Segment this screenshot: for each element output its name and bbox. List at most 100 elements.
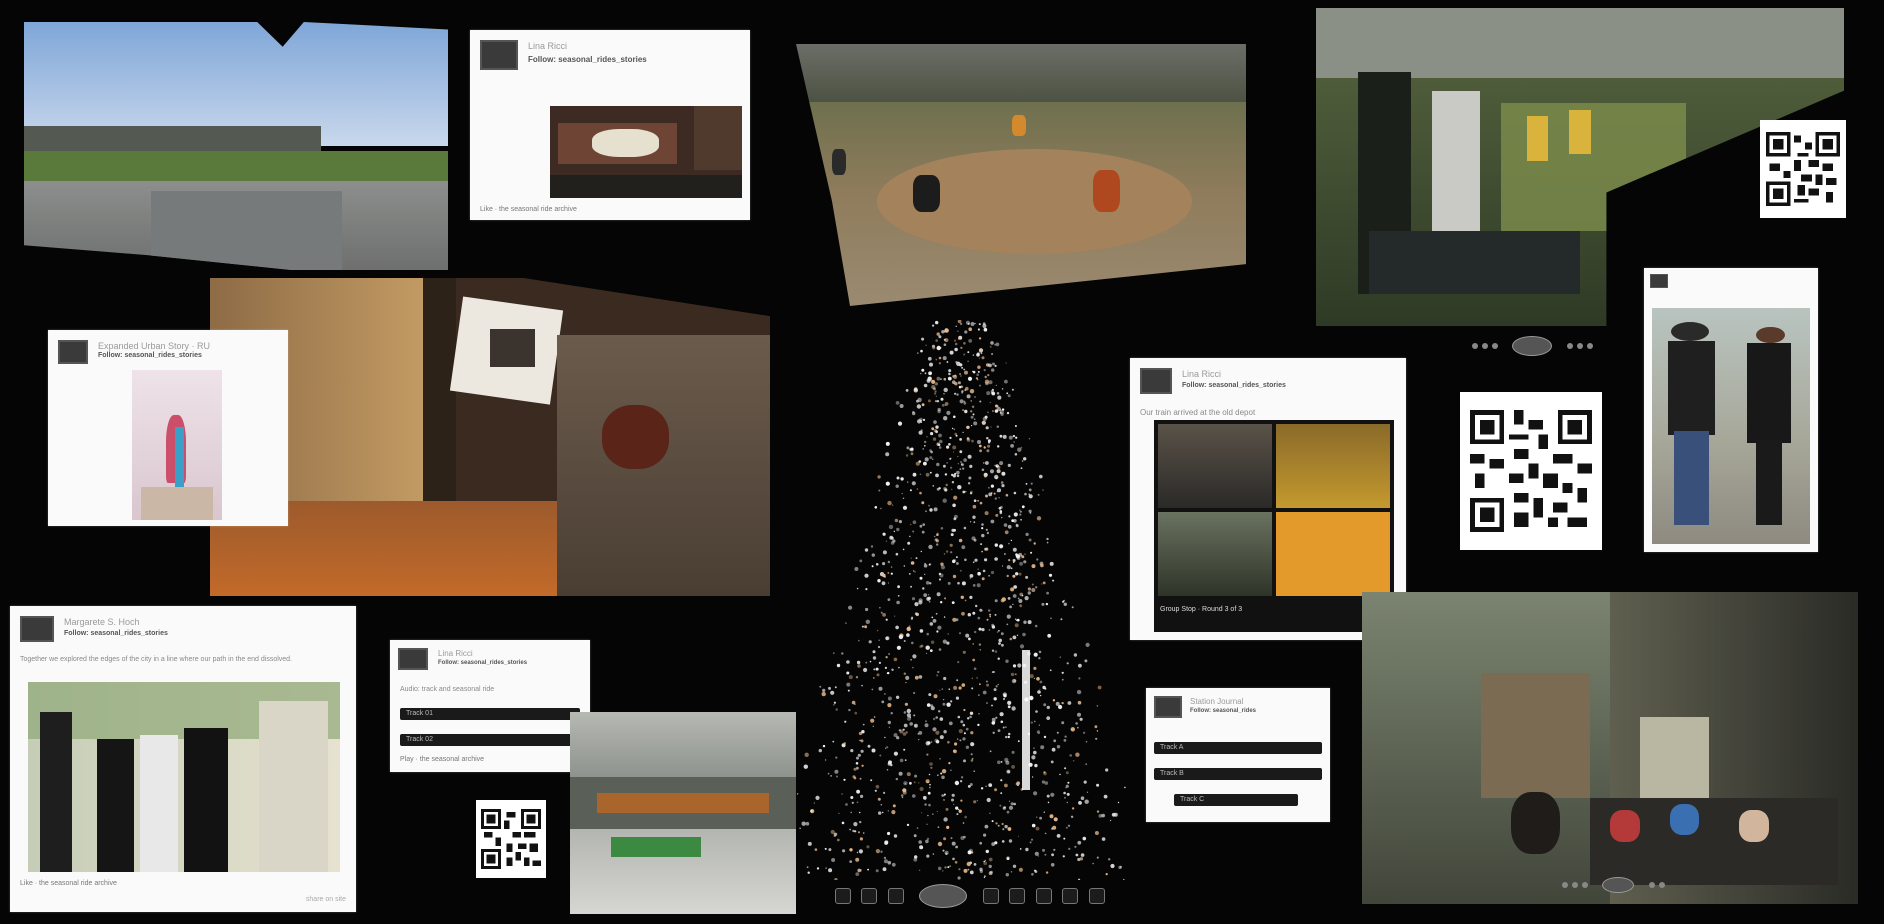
rotate-left-icon[interactable] xyxy=(861,888,878,904)
point-cloud-point xyxy=(806,866,809,869)
post-handle[interactable]: Follow: seasonal_rides_stories xyxy=(98,352,202,359)
point-cloud-point xyxy=(1097,685,1102,690)
post-handle[interactable]: Follow: seasonal_rides xyxy=(1190,708,1256,714)
point-cloud-point xyxy=(1039,680,1043,684)
point-cloud-point xyxy=(1010,444,1014,448)
point-cloud-point xyxy=(952,617,957,622)
view-hub-icon[interactable] xyxy=(1602,876,1635,893)
post-handle[interactable]: Follow: seasonal_rides_stories xyxy=(1182,382,1286,389)
point-cloud-point xyxy=(822,688,826,692)
point-cloud-point xyxy=(1064,735,1067,738)
point-cloud-point xyxy=(846,671,850,675)
prev-icon[interactable] xyxy=(835,888,851,904)
point-cloud-point xyxy=(908,573,911,575)
point-cloud-point xyxy=(953,803,955,805)
view-hub-icon[interactable] xyxy=(919,884,968,908)
point-cloud-point xyxy=(830,775,832,777)
post-card-portrait[interactable] xyxy=(1644,268,1818,552)
point-cloud-point xyxy=(944,488,948,492)
post-card-left[interactable]: Expanded Urban Story · RU Follow: season… xyxy=(48,330,288,526)
point-cloud-point xyxy=(930,704,934,708)
rotate-right-icon[interactable] xyxy=(887,888,904,904)
point-cloud-point xyxy=(967,613,971,617)
fullscreen-icon[interactable] xyxy=(1062,888,1079,904)
point-cloud-point xyxy=(1007,827,1012,831)
audio-track-2[interactable]: Track 02 xyxy=(400,734,580,746)
point-cloud-point xyxy=(956,361,961,366)
point-cloud-point xyxy=(1060,618,1063,621)
post-card-audio[interactable]: Lina Ricci Follow: seasonal_rides_storie… xyxy=(390,640,590,772)
collage-controls[interactable] xyxy=(1470,336,1630,358)
photo-interior-room[interactable] xyxy=(210,278,770,596)
point-cloud-point xyxy=(1046,591,1049,595)
post-handle[interactable]: Follow: seasonal_rides_stories xyxy=(528,55,647,64)
point-cloud-point xyxy=(950,700,953,703)
point-cloud-point xyxy=(963,868,968,873)
point-cloud-point xyxy=(1066,792,1070,796)
point-cloud-point xyxy=(942,702,946,706)
point-cloud-point xyxy=(1036,677,1040,681)
zoom-icon[interactable] xyxy=(982,888,999,904)
qr-code-middle-right[interactable] xyxy=(1460,392,1602,550)
point-cloud-point xyxy=(952,857,955,861)
next-icon[interactable] xyxy=(1088,888,1105,904)
audio-track-c[interactable]: Track C xyxy=(1174,794,1298,806)
point-cloud-point xyxy=(1053,739,1057,743)
point-cloud-point xyxy=(910,452,914,456)
point-cloud-point xyxy=(961,683,966,687)
point-cloud-point xyxy=(848,605,853,610)
post-image-performer[interactable] xyxy=(132,370,222,520)
point-cloud-point xyxy=(849,860,853,863)
photo-circle-gathering[interactable] xyxy=(796,44,1246,306)
photo-controls[interactable] xyxy=(1560,876,1700,898)
post-image-group[interactable] xyxy=(28,682,340,872)
point-cloud-point xyxy=(919,524,923,528)
point-cloud-point xyxy=(891,504,894,506)
point-cloud-point xyxy=(983,860,985,863)
point-cloud-point xyxy=(833,704,835,706)
post-image-grid[interactable]: Group Stop · Round 3 of 3 xyxy=(1154,420,1394,632)
pan-icon[interactable] xyxy=(1009,888,1026,904)
photo-workshop-crowd[interactable] xyxy=(1362,592,1858,904)
point-cloud-point xyxy=(1066,801,1068,804)
point-cloud-point xyxy=(918,675,923,679)
photo-street-aerial[interactable] xyxy=(570,712,796,914)
point-cloud-canvas[interactable] xyxy=(773,319,1137,882)
post-handle[interactable]: Follow: seasonal_rides_stories xyxy=(64,630,168,637)
point-cloud-viewer[interactable] xyxy=(773,319,1137,882)
audio-track-b[interactable]: Track B xyxy=(1154,768,1322,780)
point-cloud-point xyxy=(905,675,910,680)
post-image-graffiti-train[interactable] xyxy=(550,106,742,198)
layers-icon[interactable] xyxy=(1035,888,1052,904)
viewer-controls[interactable] xyxy=(832,884,1122,916)
view-hub-icon[interactable] xyxy=(1512,336,1553,356)
qr-code-bottom-left[interactable] xyxy=(476,800,546,878)
point-cloud-point xyxy=(972,413,975,416)
post-card-tracks[interactable]: Station Journal Follow: seasonal_rides T… xyxy=(1146,688,1330,822)
post-card-graffiti[interactable]: Lina Ricci Follow: seasonal_rides_storie… xyxy=(470,30,750,220)
point-cloud-point xyxy=(858,811,861,814)
point-cloud-point xyxy=(989,469,995,474)
point-cloud-point xyxy=(908,625,911,628)
dot-icon xyxy=(1576,343,1583,349)
post-corner-link[interactable]: share on site xyxy=(306,896,346,903)
qr-code-top-right[interactable] xyxy=(1760,120,1846,218)
point-cloud-point xyxy=(1035,710,1038,713)
photo-station-panorama[interactable] xyxy=(24,22,448,270)
point-cloud-point xyxy=(951,481,955,484)
point-cloud-point xyxy=(930,766,933,769)
post-handle[interactable]: Follow: seasonal_rides_stories xyxy=(438,660,527,666)
audio-track-a[interactable]: Track A xyxy=(1154,742,1322,754)
audio-track-1[interactable]: Track 01 xyxy=(400,708,580,720)
point-cloud-point xyxy=(997,760,1001,765)
point-cloud-point xyxy=(938,433,942,438)
point-cloud-point xyxy=(921,368,925,372)
point-cloud-point xyxy=(987,439,991,443)
point-cloud-point xyxy=(1029,674,1034,679)
point-cloud-point xyxy=(814,848,818,851)
point-cloud-point xyxy=(850,811,852,814)
point-cloud-point xyxy=(853,822,858,827)
post-image-two-people[interactable] xyxy=(1652,308,1810,544)
post-card-bottom-left[interactable]: Margarete S. Hoch Follow: seasonal_rides… xyxy=(10,606,356,912)
point-cloud-point xyxy=(977,440,981,444)
